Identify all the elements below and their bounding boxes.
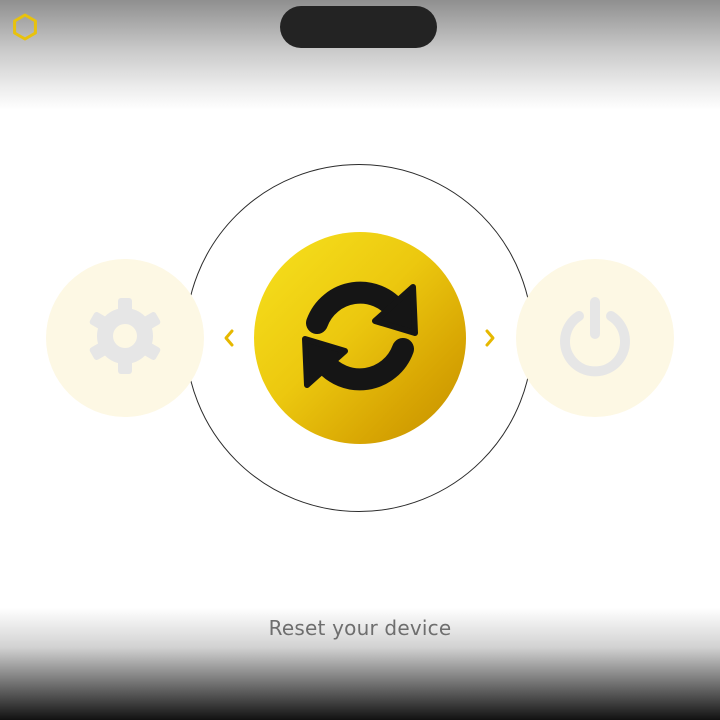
action-caption: Reset your device — [268, 616, 452, 640]
chevron-right-icon[interactable] — [483, 326, 497, 350]
power-option-button[interactable] — [516, 259, 674, 417]
reset-option-button[interactable] — [254, 232, 466, 444]
device-screen: Reset your device — [0, 0, 720, 720]
gear-icon — [83, 294, 167, 382]
settings-option-button[interactable] — [46, 259, 204, 417]
camera-notch — [280, 6, 437, 48]
sync-refresh-icon — [295, 271, 425, 405]
hexagon-logo-icon — [10, 12, 40, 42]
power-icon — [553, 294, 637, 382]
chevron-left-icon[interactable] — [222, 326, 236, 350]
